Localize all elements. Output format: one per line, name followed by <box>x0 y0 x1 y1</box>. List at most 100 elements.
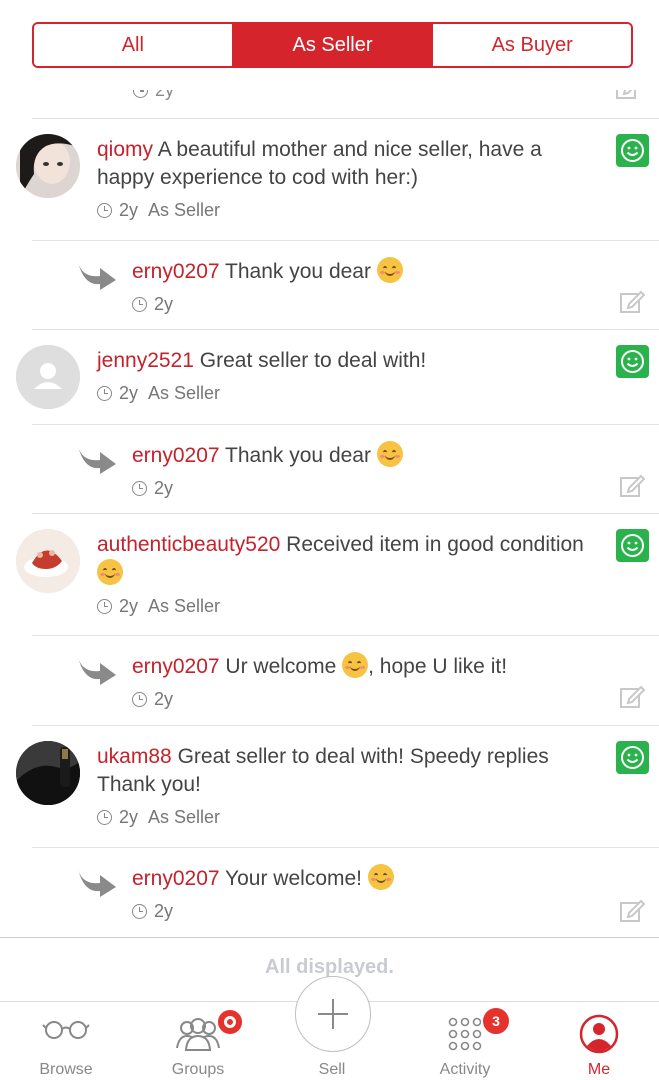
reply-arrow-icon <box>76 442 118 481</box>
review-username[interactable]: ukam88 <box>97 745 172 768</box>
avatar[interactable] <box>16 741 80 805</box>
reply-item: erny0207 Thank you dear 2y <box>0 424 659 513</box>
review-username[interactable]: qiomy <box>97 138 153 161</box>
tab-me[interactable]: Me <box>533 1002 659 1080</box>
list-end-divider <box>0 937 659 938</box>
review-role: As Seller <box>148 200 221 220</box>
positive-rating-icon <box>616 345 649 378</box>
edit-icon[interactable] <box>619 683 646 714</box>
positive-rating-icon <box>616 134 649 167</box>
smiling-emoji-icon <box>376 257 403 283</box>
review-meta: 2y As Seller <box>97 803 599 831</box>
smiling-emoji-icon <box>97 559 123 585</box>
reply-username[interactable]: erny0207 <box>132 655 220 678</box>
review-time: 2y <box>119 596 139 616</box>
positive-rating-icon <box>616 529 649 562</box>
review-item: qiomy A beautiful mother and nice seller… <box>0 118 659 240</box>
activity-grid-icon <box>445 1014 485 1057</box>
role-filter-segmented-control: All As Seller As Buyer <box>32 22 633 68</box>
clock-icon <box>132 480 147 496</box>
reply-meta: 2y <box>132 290 599 318</box>
activity-notification-badge: 3 <box>481 1006 511 1036</box>
review-time: 2y <box>119 383 139 403</box>
review-text: Great seller to deal with! <box>199 349 427 372</box>
reply-item: erny0207 Thank you dear 2y <box>0 240 659 329</box>
review-body: qiomy A beautiful mother and nice seller… <box>97 136 599 224</box>
smiling-emoji-icon <box>342 652 369 678</box>
reply-item: erny0207 Your welcome! 2y <box>0 847 659 937</box>
clock-icon <box>97 202 112 218</box>
edit-icon[interactable] <box>619 472 646 503</box>
positive-rating-icon <box>616 741 649 774</box>
segment-as-seller[interactable]: As Seller <box>233 24 434 66</box>
review-role: As Seller <box>148 807 221 827</box>
review-text: Received item in good condition <box>286 533 584 556</box>
tab-activity-label: Activity <box>439 1061 491 1078</box>
edit-icon[interactable] <box>619 288 646 319</box>
review-body: authenticbeauty520 Received item in good… <box>97 531 599 620</box>
clock-icon <box>97 598 112 614</box>
avatar[interactable] <box>16 529 80 593</box>
review-text: A beautiful mother and nice seller, have… <box>97 138 542 189</box>
smiling-emoji-icon <box>376 441 403 467</box>
clock-icon <box>97 385 112 401</box>
reply-text: Thank you dear <box>225 444 371 467</box>
clock-icon <box>132 903 147 919</box>
reply-body: erny0207 Thank you dear 2y <box>132 441 599 502</box>
clock-icon <box>132 691 147 707</box>
reply-text: Your welcome! <box>225 867 363 890</box>
tab-sell-label: Sell <box>318 1061 346 1078</box>
review-meta: 2y As Seller <box>97 379 599 407</box>
avatar[interactable] <box>16 134 80 198</box>
review-item: jenny2521 Great seller to deal with! 2y A… <box>0 329 659 424</box>
reviews-feed[interactable]: 2y qiomy A beautiful mother and nice sel… <box>0 70 659 1002</box>
reply-time: 2y <box>154 689 174 709</box>
reply-text-end: , hope U like it! <box>368 655 508 678</box>
edit-icon[interactable] <box>619 897 646 928</box>
reply-meta: 2y <box>132 897 599 925</box>
review-username[interactable]: authenticbeauty520 <box>97 533 280 556</box>
clock-icon <box>97 809 112 825</box>
reply-arrow-icon <box>76 653 118 692</box>
review-item: authenticbeauty520 Received item in good… <box>0 513 659 635</box>
tab-groups-label: Groups <box>171 1061 225 1078</box>
reply-text-start: Ur welcome <box>225 655 337 678</box>
reply-username[interactable]: erny0207 <box>132 867 220 890</box>
reply-body: erny0207 Your welcome! 2y <box>132 864 599 925</box>
tab-browse-label: Browse <box>39 1061 93 1078</box>
profile-icon <box>579 1014 619 1059</box>
review-body: ukam88 Great seller to deal with! Speedy… <box>97 743 599 831</box>
tab-browse[interactable]: Browse <box>0 1002 132 1080</box>
tab-activity[interactable]: Activity <box>399 1002 531 1080</box>
review-username[interactable]: jenny2521 <box>97 349 194 372</box>
reply-time: 2y <box>154 478 174 498</box>
segment-as-buyer[interactable]: As Buyer <box>433 24 631 66</box>
reply-arrow-icon <box>76 865 118 904</box>
avatar[interactable] <box>16 345 80 409</box>
review-role: As Seller <box>148 596 221 616</box>
plus-icon <box>318 999 348 1029</box>
reply-meta: 2y <box>132 685 599 713</box>
review-role: As Seller <box>148 383 221 403</box>
review-meta: 2y As Seller <box>97 196 599 224</box>
review-meta: 2y As Seller <box>97 592 599 620</box>
reply-body: erny0207 Thank you dear 2y <box>132 257 599 318</box>
segment-all[interactable]: All <box>34 24 234 66</box>
sell-plus-button[interactable] <box>295 976 371 1052</box>
reply-username[interactable]: erny0207 <box>132 260 220 283</box>
segment-header: All As Seller As Buyer <box>0 0 659 90</box>
tab-groups[interactable]: Groups <box>132 1002 264 1080</box>
reply-time: 2y <box>154 901 174 921</box>
review-time: 2y <box>119 200 139 220</box>
reply-item: erny0207 Ur welcome , hope U like it! 2y <box>0 635 659 725</box>
review-body: jenny2521 Great seller to deal with! 2y A… <box>97 347 599 407</box>
reply-arrow-icon <box>76 258 118 297</box>
review-item: ukam88 Great seller to deal with! Speedy… <box>0 725 659 847</box>
tab-me-label: Me <box>587 1061 611 1078</box>
reply-time: 2y <box>154 294 174 314</box>
reply-username[interactable]: erny0207 <box>132 444 220 467</box>
review-time: 2y <box>119 807 139 827</box>
clock-icon <box>132 296 147 312</box>
reply-meta: 2y <box>132 474 599 502</box>
groups-notification-badge <box>216 1008 244 1036</box>
